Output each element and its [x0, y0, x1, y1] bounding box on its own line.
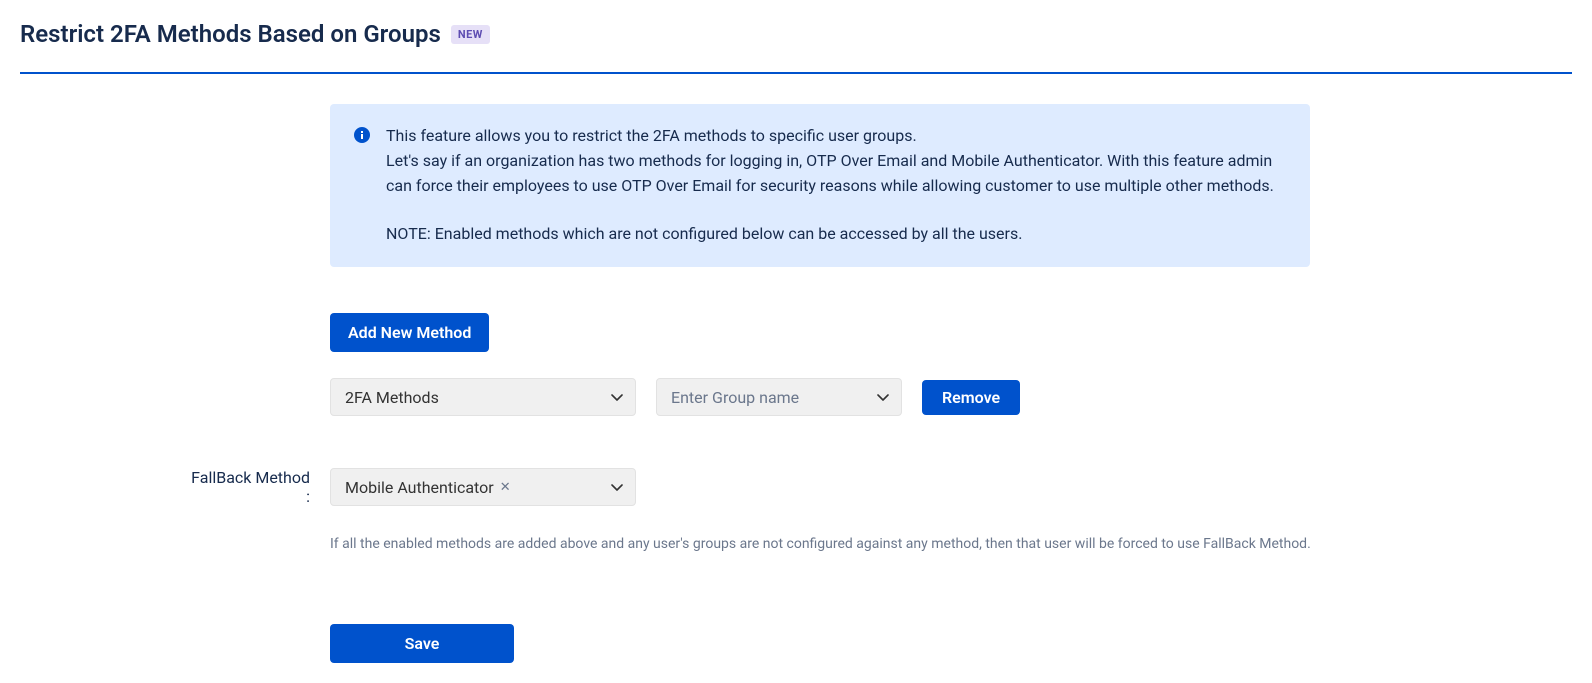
- remove-button[interactable]: Remove: [922, 380, 1020, 415]
- fallback-section: FallBack Method : Mobile Authenticator ✕: [330, 416, 1390, 506]
- info-line1: This feature allows you to restrict the …: [386, 126, 917, 145]
- method-config-row: 2FA Methods Enter Group name Remove: [330, 378, 1390, 416]
- chevron-down-icon: [611, 388, 623, 407]
- page-header: Restrict 2FA Methods Based on Groups NEW: [20, 20, 1572, 74]
- info-icon: [354, 127, 370, 143]
- chevron-down-icon: [611, 478, 623, 497]
- info-note: NOTE: Enabled methods which are not conf…: [386, 222, 1286, 247]
- fallback-label: FallBack Method :: [190, 468, 310, 506]
- group-name-select[interactable]: Enter Group name: [656, 378, 902, 416]
- fallback-helper-text: If all the enabled methods are added abo…: [330, 536, 1390, 552]
- page-title: Restrict 2FA Methods Based on Groups: [20, 20, 441, 48]
- fallback-selected-text: Mobile Authenticator: [345, 478, 494, 497]
- info-line2: Let's say if an organization has two met…: [386, 151, 1274, 195]
- content-area: This feature allows you to restrict the …: [330, 104, 1390, 663]
- save-button[interactable]: Save: [330, 624, 514, 663]
- new-badge: NEW: [451, 25, 490, 44]
- info-panel: This feature allows you to restrict the …: [330, 104, 1310, 267]
- save-row: Save: [330, 624, 1390, 663]
- fallback-method-select[interactable]: Mobile Authenticator ✕: [330, 468, 636, 506]
- group-name-placeholder: Enter Group name: [671, 388, 799, 407]
- close-icon[interactable]: ✕: [500, 480, 511, 495]
- add-new-method-button[interactable]: Add New Method: [330, 313, 489, 352]
- chevron-down-icon: [877, 388, 889, 407]
- info-text: This feature allows you to restrict the …: [386, 124, 1286, 247]
- twofa-method-select[interactable]: 2FA Methods: [330, 378, 636, 416]
- twofa-method-select-text: 2FA Methods: [345, 388, 439, 407]
